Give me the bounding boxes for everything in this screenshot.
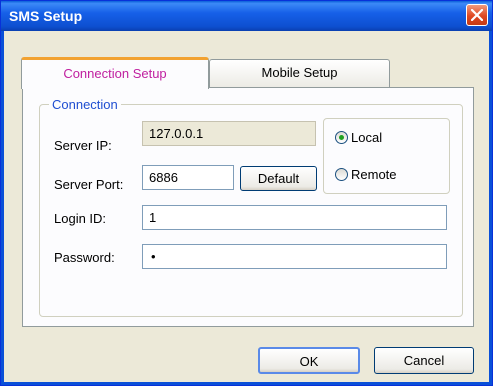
server-port-label: Server Port: <box>54 177 124 192</box>
sms-setup-dialog: SMS Setup Connection Setup Mobile Setup … <box>0 0 493 386</box>
server-ip-label: Server IP: <box>54 138 112 153</box>
remote-radio[interactable] <box>335 168 348 181</box>
local-radio[interactable] <box>335 131 348 144</box>
tab-connection-setup[interactable]: Connection Setup <box>21 57 209 89</box>
local-radio-label[interactable]: Local <box>351 130 382 145</box>
default-button[interactable]: Default <box>240 166 317 191</box>
window-frame-bottom <box>1 382 492 385</box>
remote-radio-label[interactable]: Remote <box>351 167 397 182</box>
server-ip-field: 127.0.0.1 <box>142 121 316 146</box>
login-id-label: Login ID: <box>54 211 107 226</box>
close-icon <box>471 9 483 21</box>
mode-radio-group <box>323 118 450 194</box>
close-button[interactable] <box>466 4 488 26</box>
cancel-button[interactable]: Cancel <box>374 347 474 374</box>
title-bar[interactable]: SMS Setup <box>1 1 492 31</box>
window-frame-right <box>489 31 492 385</box>
connection-group-legend: Connection <box>49 97 121 112</box>
window-title: SMS Setup <box>9 8 83 24</box>
password-field[interactable]: • <box>142 244 447 269</box>
ok-button[interactable]: OK <box>258 347 360 374</box>
tab-mobile-setup[interactable]: Mobile Setup <box>209 59 390 87</box>
server-port-field[interactable]: 6886 <box>142 165 234 190</box>
window-frame-left <box>1 31 4 385</box>
login-id-field[interactable]: 1 <box>142 205 447 230</box>
password-label: Password: <box>54 250 115 265</box>
radio-selected-dot <box>339 135 344 140</box>
